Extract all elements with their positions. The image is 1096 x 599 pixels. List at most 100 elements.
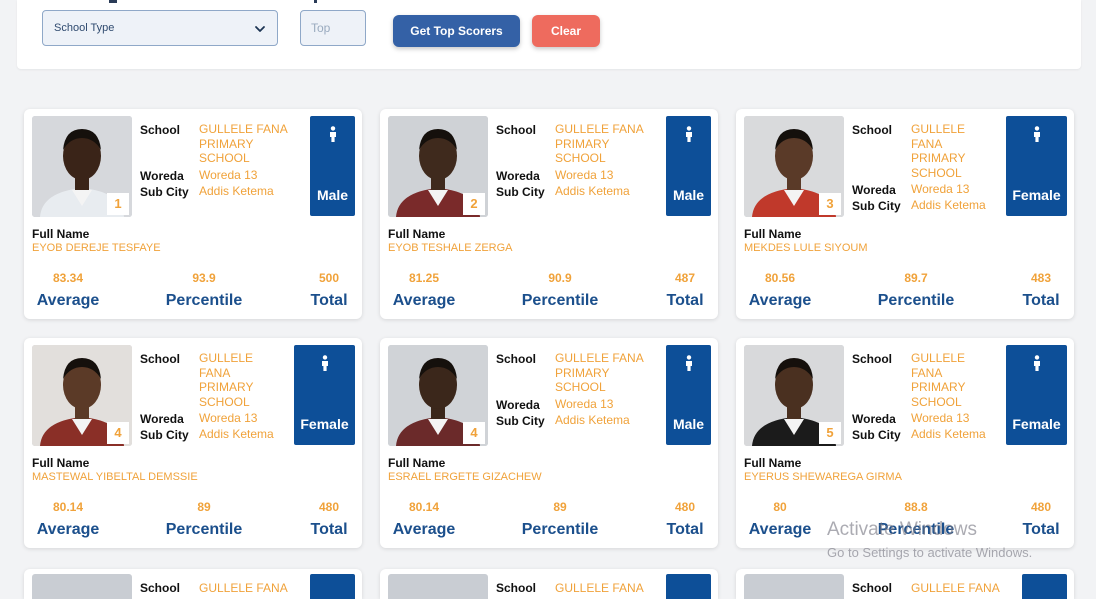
gender-label: Male	[672, 187, 705, 203]
woreda-label: Woreda	[852, 412, 896, 426]
school-row: School GULLELE FANA PRIMARY SCHOOL	[140, 122, 310, 166]
average-label: Average	[748, 292, 812, 309]
woreda-label: Woreda	[496, 168, 540, 183]
percentile-value: 89.7	[904, 271, 928, 285]
percentile-value: 90.9	[548, 271, 572, 285]
student-card-partial[interactable]: School GULLELE FANA	[736, 569, 1074, 599]
gender-badge: Male	[666, 345, 711, 445]
rank-badge: 1	[107, 193, 129, 215]
school-row: School GULLELE FANA PRIMARY SCHOOL	[852, 351, 1022, 409]
full-name-value: EYERUS SHEWAREGA GIRMA	[744, 471, 902, 483]
woreda-row: Woreda Woreda 13	[496, 397, 666, 413]
total-value: 480	[318, 500, 340, 514]
total-value: 480	[1030, 500, 1052, 514]
total-stat: 487 Total	[630, 271, 718, 310]
student-photo: 4	[388, 345, 488, 446]
sub-city-row: Sub City Addis Ketema	[496, 413, 666, 429]
rank-badge: 4	[463, 422, 485, 444]
student-card[interactable]: 4 School GULLELE FANA PRIMARY SCHOOL Wor…	[380, 338, 718, 548]
sub-city-row: Sub City Addis Ketema	[852, 198, 1022, 214]
woreda-row: Woreda Woreda 13	[852, 182, 1022, 198]
full-name-value: EYOB DEREJE TESFAYE	[32, 242, 161, 254]
school-label: School	[496, 352, 537, 366]
average-label: Average	[36, 292, 100, 309]
sub-city-value: Addis Ketema	[199, 427, 274, 441]
school-value: GULLELE FANA	[911, 581, 1000, 595]
total-stat: 480 Total	[986, 500, 1074, 539]
percentile-label: Percentile	[165, 521, 243, 538]
sub-city-label: Sub City	[852, 199, 901, 213]
student-card[interactable]: 4 School GULLELE FANA PRIMARY SCHOOL Wor…	[24, 338, 362, 548]
person-icon	[685, 355, 692, 371]
school-value: GULLELE FANA PRIMARY SCHOOL	[199, 351, 254, 409]
student-card[interactable]: 2 School GULLELE FANA PRIMARY SCHOOL Wor…	[380, 109, 718, 319]
sub-city-value: Addis Ketema	[555, 183, 630, 198]
total-label: Total	[666, 292, 704, 309]
top-count-input[interactable]	[300, 10, 366, 46]
full-name-label: Full Name	[388, 456, 446, 470]
woreda-row: Woreda Woreda 13	[140, 411, 310, 427]
total-stat: 483 Total	[986, 271, 1074, 310]
student-info: School GULLELE FANA PRIMARY SCHOOL Wored…	[140, 122, 310, 200]
student-card-partial[interactable]: School GULLELE FANA	[380, 569, 718, 599]
full-name-label: Full Name	[32, 227, 90, 241]
percentile-stat: 89 Percentile	[149, 500, 259, 539]
sub-city-value: Addis Ketema	[199, 183, 274, 198]
average-value: 80.14	[52, 500, 84, 514]
school-label: School	[140, 581, 181, 595]
student-photo: 5	[744, 345, 844, 446]
filter-label-stub	[314, 0, 317, 3]
woreda-value: Woreda 13	[555, 167, 614, 182]
total-label: Total	[310, 292, 348, 309]
clear-button[interactable]: Clear	[532, 15, 600, 47]
woreda-value: Woreda 13	[555, 396, 614, 411]
total-label: Total	[310, 521, 348, 538]
total-label: Total	[1022, 521, 1060, 538]
student-photo: 2	[388, 116, 488, 217]
percentile-label: Percentile	[877, 521, 955, 538]
student-card[interactable]: 3 School GULLELE FANA PRIMARY SCHOOL Wor…	[736, 109, 1074, 319]
sub-city-value: Addis Ketema	[555, 412, 630, 427]
average-label: Average	[392, 292, 456, 309]
school-value: GULLELE FANA	[199, 581, 288, 595]
average-stat: 80.56 Average	[736, 271, 835, 310]
get-top-scorers-button[interactable]: Get Top Scorers	[393, 15, 520, 47]
student-card-partial[interactable]: School GULLELE FANA	[24, 569, 362, 599]
school-value: GULLELE FANA	[555, 581, 644, 595]
woreda-value: Woreda 13	[911, 411, 970, 425]
percentile-label: Percentile	[521, 292, 599, 309]
sub-city-row: Sub City Addis Ketema	[140, 427, 310, 443]
school-label: School	[496, 581, 537, 595]
student-card[interactable]: 1 School GULLELE FANA PRIMARY SCHOOL Wor…	[24, 109, 362, 319]
school-type-select[interactable]: School Type	[42, 10, 278, 46]
woreda-label: Woreda	[852, 183, 896, 197]
percentile-stat: 89.7 Percentile	[861, 271, 971, 310]
school-type-value: School Type	[54, 22, 115, 34]
woreda-row: Woreda Woreda 13	[496, 168, 666, 184]
full-name-value: ESRAEL ERGETE GIZACHEW	[388, 471, 542, 483]
average-stat: 81.25 Average	[380, 271, 479, 310]
school-row: School GULLELE FANA PRIMARY SCHOOL	[496, 122, 666, 166]
total-value: 487	[674, 271, 696, 285]
full-name-value: EYOB TESHALE ZERGA	[388, 242, 513, 254]
woreda-row: Woreda Woreda 13	[852, 411, 1022, 427]
percentile-label: Percentile	[877, 292, 955, 309]
gender-label: Female	[1012, 187, 1061, 203]
average-label: Average	[748, 521, 812, 538]
gender-badge: Male	[310, 116, 355, 216]
gender-label: Female	[1012, 416, 1061, 432]
average-stat: 80.14 Average	[24, 500, 123, 539]
woreda-value: Woreda 13	[911, 182, 970, 196]
person-icon	[1033, 355, 1040, 371]
rank-badge: 4	[107, 422, 129, 444]
average-stat: 80.14 Average	[380, 500, 479, 539]
student-card[interactable]: 5 School GULLELE FANA PRIMARY SCHOOL Wor…	[736, 338, 1074, 548]
school-label: School	[140, 123, 181, 137]
full-name-label: Full Name	[744, 227, 802, 241]
person-icon	[1033, 126, 1040, 142]
average-value: 80.56	[764, 271, 796, 285]
gender-badge: Female	[1006, 116, 1067, 216]
full-name-label: Full Name	[744, 456, 802, 470]
person-icon	[329, 126, 336, 142]
sub-city-label: Sub City	[852, 428, 901, 442]
